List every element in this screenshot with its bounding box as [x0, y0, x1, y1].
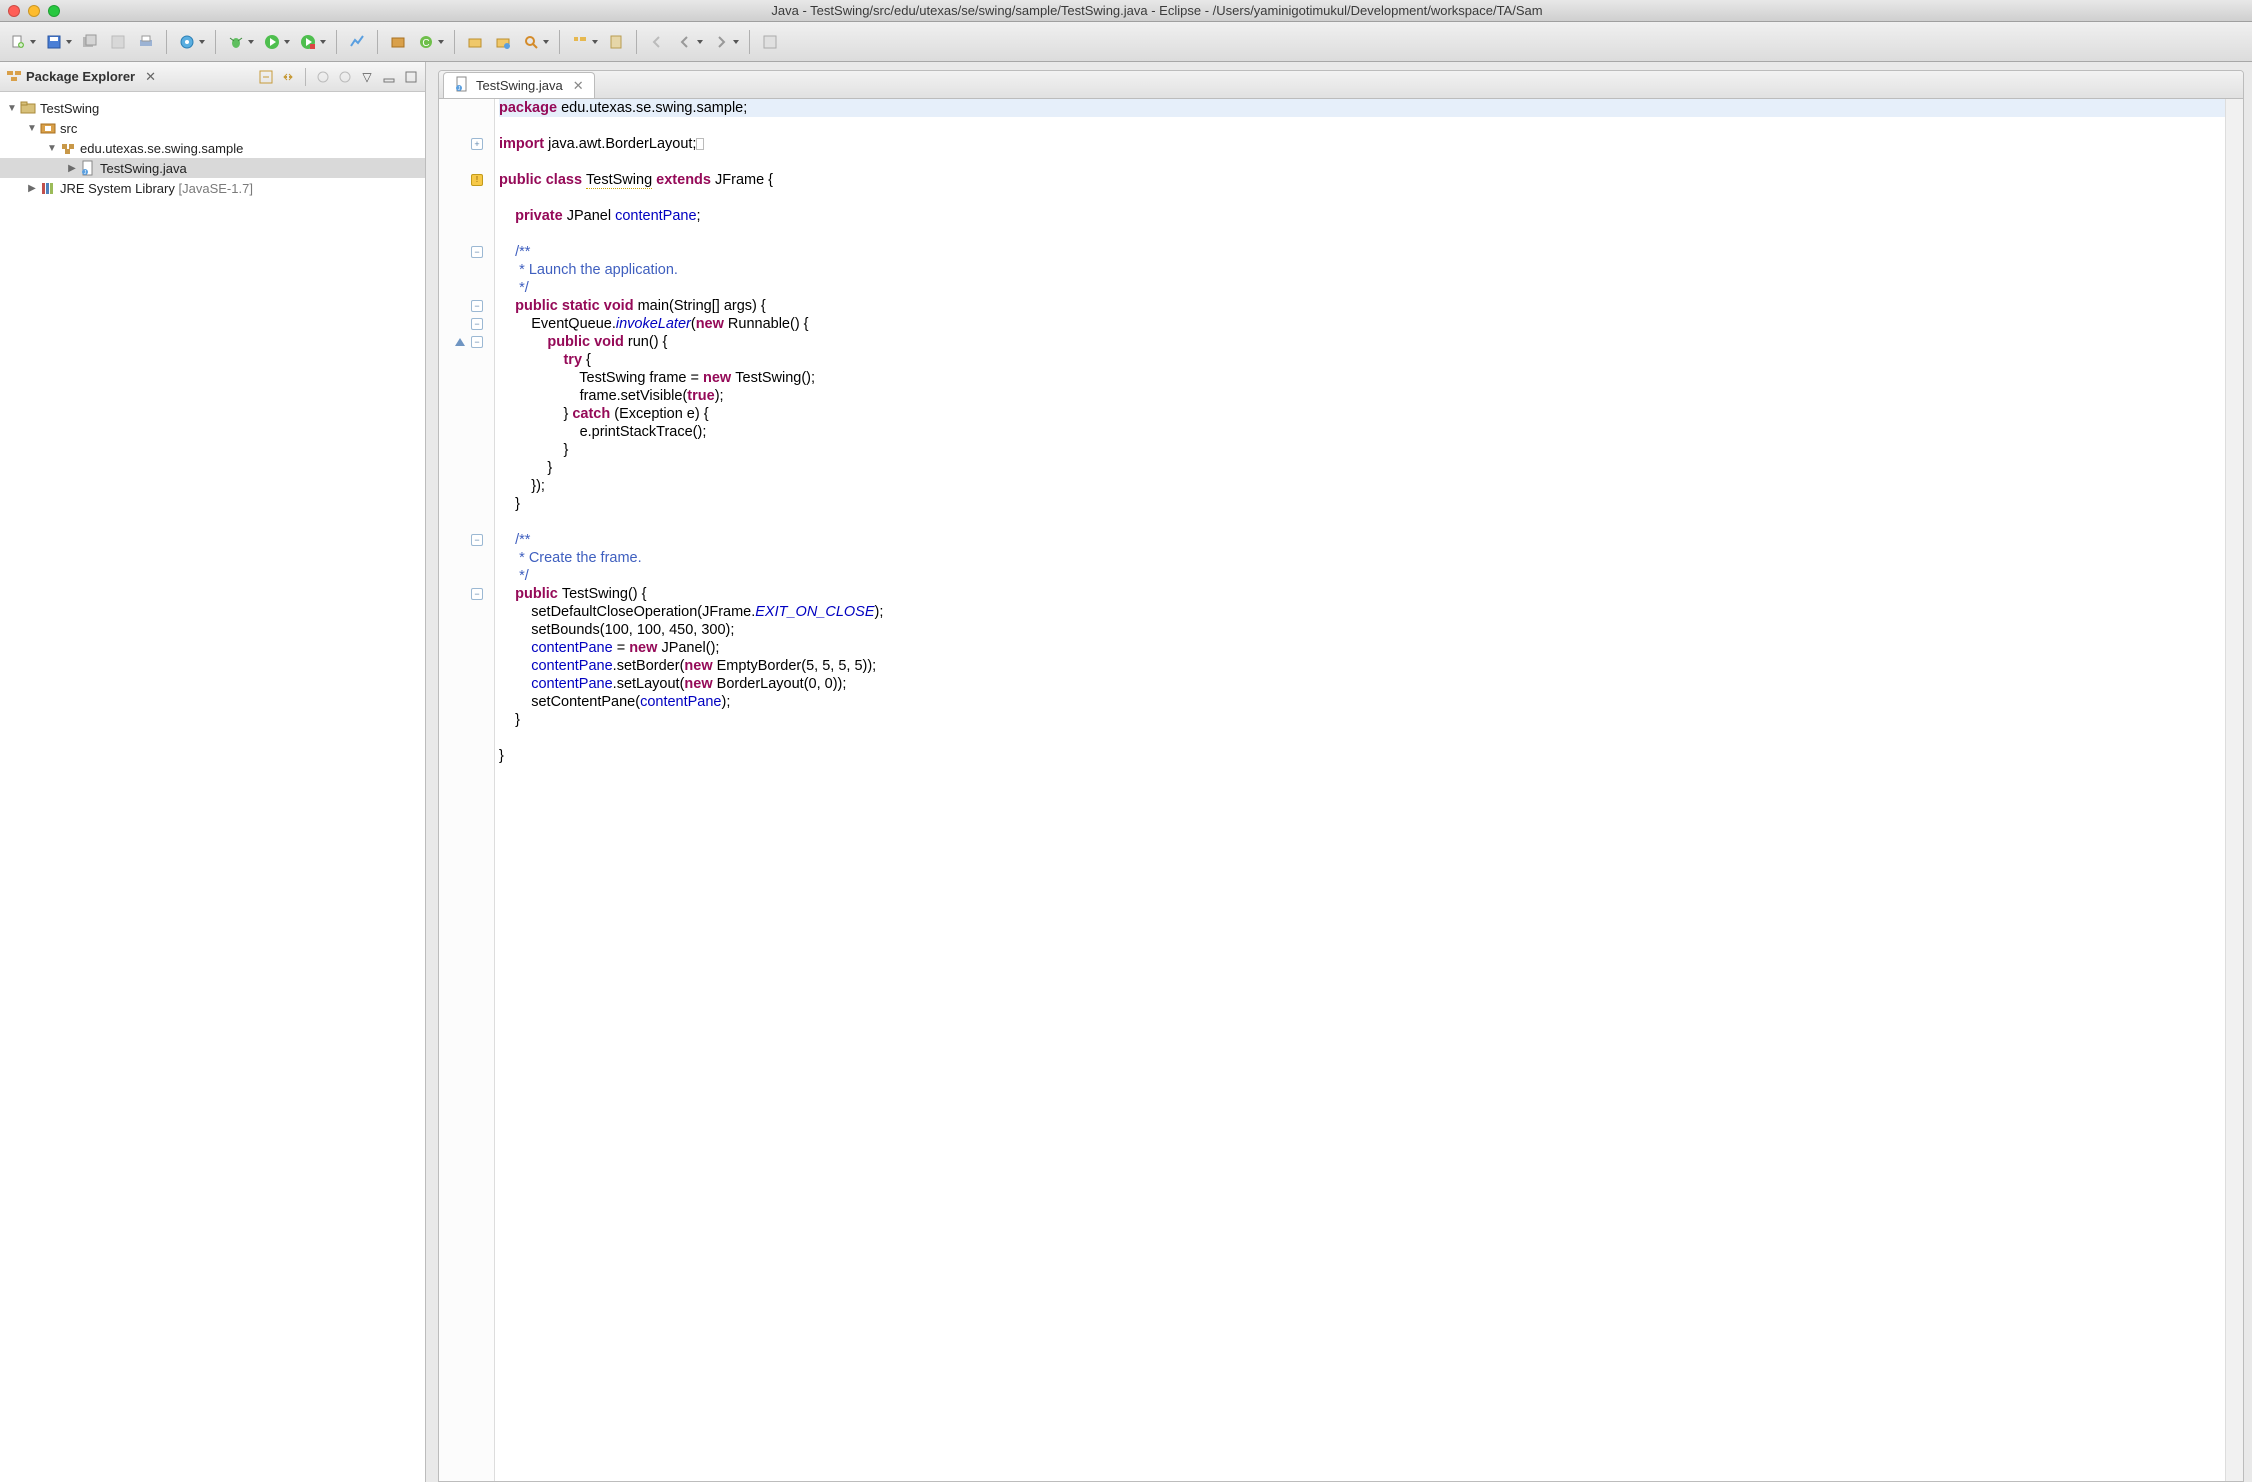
- disclosure-icon[interactable]: ▼: [26, 123, 38, 134]
- toolbar-separator: [749, 30, 750, 54]
- package-explorer-pane: Package Explorer ✕ ▽ ▼ TestSwing ▼: [0, 62, 426, 1482]
- nav-forward-button[interactable]: [709, 30, 733, 54]
- view-menu-button[interactable]: ▽: [359, 69, 375, 85]
- collapse-all-button[interactable]: [258, 69, 274, 85]
- tree-label: src: [60, 121, 77, 136]
- minimize-window-button[interactable]: [28, 5, 40, 17]
- tree-label: JRE System Library: [60, 181, 175, 196]
- new-class-button[interactable]: C: [414, 30, 438, 54]
- close-window-button[interactable]: [8, 5, 20, 17]
- package-explorer-tree[interactable]: ▼ TestSwing ▼ src ▼ edu.utexas.se.swing.…: [0, 92, 425, 204]
- pin-editor-button[interactable]: [604, 30, 628, 54]
- overview-ruler[interactable]: [2225, 99, 2243, 1481]
- tree-label: TestSwing: [40, 101, 99, 116]
- package-explorer-header: Package Explorer ✕ ▽: [0, 62, 425, 92]
- save-button[interactable]: [42, 30, 66, 54]
- tree-file-selected[interactable]: ▶ J TestSwing.java: [0, 158, 425, 178]
- toolbar-separator: [336, 30, 337, 54]
- save-all-button[interactable]: [78, 30, 102, 54]
- save-disabled-button: [106, 30, 130, 54]
- window-controls: [8, 5, 60, 17]
- search-button[interactable]: [519, 30, 543, 54]
- nav-back-dim-button: [645, 30, 669, 54]
- open-type-button[interactable]: [463, 30, 487, 54]
- java-file-icon: J: [80, 160, 96, 176]
- disclosure-icon[interactable]: ▼: [6, 103, 18, 114]
- editor-tab-label: TestSwing.java: [476, 78, 563, 93]
- new-package-button[interactable]: [386, 30, 410, 54]
- coverage-button[interactable]: [345, 30, 369, 54]
- debug-button[interactable]: [224, 30, 248, 54]
- toolbar-separator: [215, 30, 216, 54]
- package-explorer-label: Package Explorer: [26, 69, 135, 84]
- window-title: Java - TestSwing/src/edu/utexas/se/swing…: [70, 3, 2244, 18]
- package-explorer-actions: ▽: [258, 68, 419, 86]
- toggle-breadcrumb-button[interactable]: [568, 30, 592, 54]
- tree-project[interactable]: ▼ TestSwing: [0, 98, 425, 118]
- run-last-button[interactable]: [296, 30, 320, 54]
- toolbar-separator: [636, 30, 637, 54]
- minimize-view-button[interactable]: [381, 69, 397, 85]
- tree-label: TestSwing.java: [100, 161, 187, 176]
- zoom-window-button[interactable]: [48, 5, 60, 17]
- titlebar: Java - TestSwing/src/edu/utexas/se/swing…: [0, 0, 2252, 22]
- print-button[interactable]: [134, 30, 158, 54]
- tree-library[interactable]: ▶ JRE System Library [JavaSE-1.7]: [0, 178, 425, 198]
- disclosure-icon[interactable]: ▼: [46, 143, 58, 154]
- source-folder-icon: [40, 120, 56, 136]
- new-wizard-button[interactable]: [6, 30, 30, 54]
- package-icon: [60, 140, 76, 156]
- perspective-button[interactable]: [758, 30, 782, 54]
- maximize-view-button[interactable]: [403, 69, 419, 85]
- tree-package[interactable]: ▼ edu.utexas.se.swing.sample: [0, 138, 425, 158]
- toolbar-separator: [559, 30, 560, 54]
- svg-text:C: C: [422, 38, 429, 49]
- editor-gutter[interactable]: !: [439, 99, 495, 1481]
- nav-back-button[interactable]: [673, 30, 697, 54]
- close-tab-icon[interactable]: ✕: [573, 78, 584, 94]
- action-separator: [305, 68, 306, 86]
- toolbar-separator: [166, 30, 167, 54]
- editor-container: J TestSwing.java ✕ ! package edu.utexas.…: [438, 70, 2244, 1482]
- package-explorer-title: Package Explorer ✕: [6, 67, 156, 86]
- editor-tab-active[interactable]: J TestSwing.java ✕: [443, 72, 595, 98]
- open-resource-button[interactable]: [491, 30, 515, 54]
- main-split: Package Explorer ✕ ▽ ▼ TestSwing ▼: [0, 62, 2252, 1482]
- library-icon: [40, 180, 56, 196]
- tree-label-decoration: [JavaSE-1.7]: [179, 181, 253, 196]
- filters-button[interactable]: [337, 69, 353, 85]
- project-icon: [20, 100, 36, 116]
- disclosure-icon[interactable]: ▶: [26, 183, 38, 194]
- main-toolbar: C: [0, 22, 2252, 62]
- focus-button[interactable]: [315, 69, 331, 85]
- build-button[interactable]: [175, 30, 199, 54]
- toolbar-separator: [377, 30, 378, 54]
- editor-body: ! package edu.utexas.se.swing.sample; im…: [439, 99, 2243, 1481]
- code-editor[interactable]: package edu.utexas.se.swing.sample; impo…: [495, 99, 2225, 1481]
- editor-area: J TestSwing.java ✕ ! package edu.utexas.…: [426, 62, 2252, 1482]
- disclosure-icon[interactable]: ▶: [66, 163, 78, 174]
- java-file-icon: J: [454, 76, 470, 95]
- editor-tabbar: J TestSwing.java ✕: [439, 71, 2243, 99]
- tree-label: edu.utexas.se.swing.sample: [80, 141, 243, 156]
- link-editor-button[interactable]: [280, 69, 296, 85]
- toolbar-separator: [454, 30, 455, 54]
- tree-src-folder[interactable]: ▼ src: [0, 118, 425, 138]
- close-view-icon[interactable]: ✕: [145, 69, 156, 85]
- run-button[interactable]: [260, 30, 284, 54]
- package-explorer-icon: [6, 67, 22, 86]
